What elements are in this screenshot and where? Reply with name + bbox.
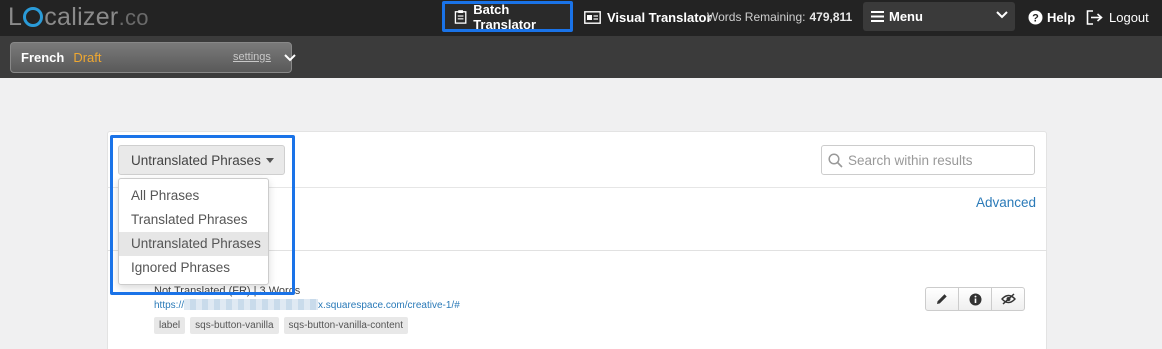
svg-text:?: ? — [1032, 12, 1039, 24]
globe-icon — [23, 7, 44, 27]
language-status-badge: Draft — [73, 50, 102, 65]
search-field[interactable] — [821, 145, 1035, 175]
settings-link[interactable]: settings — [233, 51, 271, 63]
logout-label: Logout — [1109, 9, 1149, 25]
localizer-logo[interactable]: Lcalizer.co — [8, 3, 149, 32]
language-name: French — [21, 50, 65, 65]
words-remaining: Words Remaining: 479,811 — [707, 0, 852, 34]
tag: sqs-button-vanilla-content — [283, 317, 409, 334]
phrase-tags: label sqs-button-vanilla sqs-button-vani… — [154, 317, 409, 334]
phrase-actions — [925, 287, 1025, 311]
url-prefix: https:// — [154, 300, 185, 311]
eye-slash-icon — [1000, 293, 1016, 305]
logo-domain: .co — [118, 5, 149, 30]
info-button[interactable] — [959, 288, 992, 310]
words-remaining-label: Words Remaining: — [707, 10, 806, 24]
clipboard-icon — [454, 10, 467, 24]
tag: sqs-button-vanilla — [190, 317, 279, 334]
pencil-icon — [937, 294, 947, 304]
main-menu-dropdown[interactable]: Menu — [863, 2, 1015, 31]
search-icon — [828, 152, 843, 168]
tag: label — [154, 317, 186, 334]
batch-translator-label: Batch Translator — [473, 1, 537, 32]
phrase-url-link[interactable]: https:// x.squarespace.com/creative-1/# — [154, 299, 460, 311]
logo-text: calizer — [44, 3, 119, 31]
help-label: Help — [1047, 9, 1076, 25]
ignore-button[interactable] — [992, 288, 1024, 310]
search-input[interactable] — [848, 152, 1028, 168]
language-selector[interactable]: French Draft settings — [10, 42, 296, 73]
logout-button[interactable]: Logout — [1086, 0, 1149, 34]
focus-highlight — [110, 135, 295, 295]
help-button[interactable]: ? Help — [1028, 0, 1075, 34]
words-remaining-value: 479,811 — [809, 10, 853, 24]
logo-letter: L — [8, 3, 23, 31]
batch-translator-button[interactable]: Batch Translator — [442, 1, 573, 32]
advanced-link[interactable]: Advanced — [976, 195, 1036, 210]
top-navbar: Lcalizer.co Batch Translator Visual Tran… — [0, 0, 1162, 36]
question-circle-icon: ? — [1028, 10, 1043, 24]
browser-window-icon — [584, 10, 601, 24]
hamburger-icon — [871, 11, 884, 22]
language-bar: French Draft settings — [0, 36, 1162, 78]
info-icon — [969, 293, 981, 305]
redacted-url-segment — [184, 299, 319, 310]
chevron-down-icon[interactable] — [283, 52, 297, 64]
edit-button[interactable] — [926, 288, 959, 310]
url-suffix: x.squarespace.com/creative-1/# — [318, 300, 460, 311]
chevron-down-icon — [996, 11, 1008, 19]
logout-icon — [1086, 9, 1103, 25]
visual-translator-button[interactable]: Visual Translator — [584, 0, 712, 34]
visual-translator-label: Visual Translator — [607, 9, 712, 25]
menu-label: Menu — [889, 9, 923, 24]
